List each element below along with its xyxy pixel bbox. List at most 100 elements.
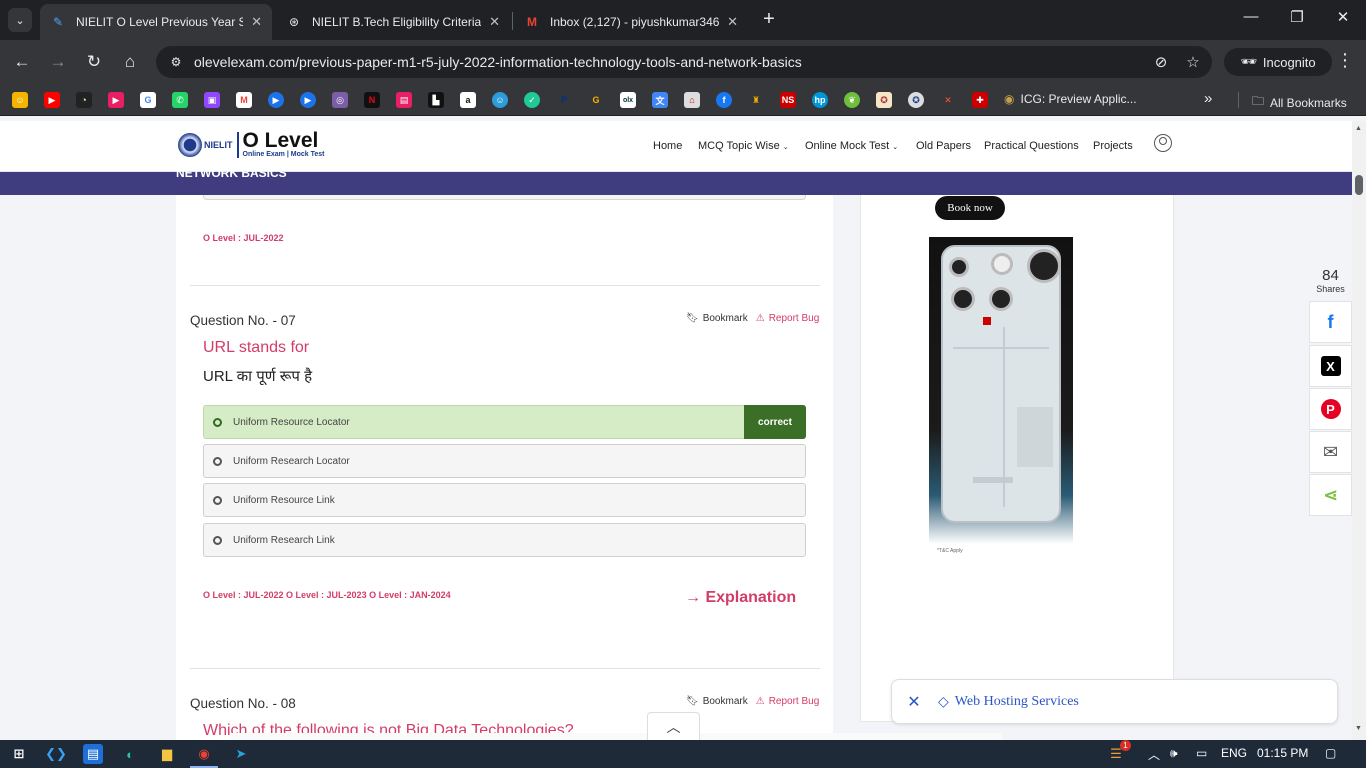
seal-icon[interactable]: ✪ <box>908 92 924 108</box>
reload-icon[interactable]: ↻ <box>82 50 106 74</box>
scrollbar-thumb[interactable] <box>1355 175 1363 195</box>
email-share-button[interactable]: ✉ <box>1309 431 1352 473</box>
all-bookmarks[interactable]: 🗀 All Bookmarks <box>1252 92 1347 113</box>
web-hosting-banner[interactable]: ✕ ◇ Web Hosting Services <box>891 679 1338 724</box>
google-icon[interactable]: G <box>140 92 156 108</box>
vscode-icon[interactable]: ❮❯ <box>45 744 67 764</box>
facebook-icon[interactable]: f <box>716 92 732 108</box>
nav-mcq-topic-wise[interactable]: MCQ Topic Wise ⌄ <box>698 140 789 152</box>
share-button[interactable]: ⋖ <box>1309 474 1352 516</box>
x-app-icon[interactable]: ✕ <box>940 92 956 108</box>
report-bug-button[interactable]: Report Bug <box>769 313 820 324</box>
site-info-icon[interactable]: ⚙ <box>166 55 186 69</box>
option-b[interactable]: Uniform Research Locator <box>203 444 806 478</box>
url-text[interactable]: olevelexam.com/previous-paper-m1-r5-july… <box>194 54 1148 70</box>
close-icon[interactable]: ✕ <box>251 14 262 30</box>
eye-off-icon[interactable]: ⊘ <box>1148 53 1174 71</box>
tab-search-button[interactable]: ⌄ <box>8 8 32 32</box>
network-icon[interactable]: ▭ <box>1196 746 1207 760</box>
g-icon[interactable]: G <box>588 92 604 108</box>
app-icon[interactable]: ◎ <box>332 92 348 108</box>
clock[interactable]: 01:15 PM <box>1257 746 1308 760</box>
netflix-icon[interactable]: N <box>364 92 380 108</box>
bank-icon[interactable]: ⌂ <box>684 92 700 108</box>
tab-olevel[interactable]: ✎ NIELIT O Level Previous Year So ✕ <box>40 4 272 40</box>
bookmark-icon[interactable]: 🔖︎ <box>686 696 699 707</box>
close-icon[interactable]: ✕ <box>727 14 738 30</box>
document-app-icon[interactable]: ▤ <box>83 744 103 764</box>
exam-tags[interactable]: O Level : JUL-2022 O Level : JUL-2023 O … <box>203 590 451 600</box>
action-center-icon[interactable]: ▢ <box>1325 746 1336 760</box>
twitch-icon[interactable]: ▣ <box>204 92 220 108</box>
music-icon[interactable]: ▶ <box>108 92 124 108</box>
bookmark-icon[interactable]: ☺ <box>12 92 28 108</box>
x-share-button[interactable]: X <box>1309 345 1352 387</box>
forward-icon[interactable]: → <box>46 50 70 74</box>
nav-old-papers[interactable]: Old Papers <box>916 140 971 152</box>
explanation-link[interactable]: → Explanation <box>685 589 796 607</box>
bookmark-button[interactable]: Bookmark <box>703 696 748 707</box>
incognito-indicator[interactable]: 🕶 Incognito <box>1224 48 1332 76</box>
new-tab-button[interactable]: + <box>758 8 780 31</box>
back-icon[interactable]: ← <box>10 50 34 74</box>
nav-home[interactable]: Home <box>653 140 682 152</box>
windows-start-icon[interactable]: ⊞ <box>9 744 29 764</box>
restore-icon[interactable]: ❐ <box>1282 8 1312 26</box>
seal-icon[interactable]: ✪ <box>876 92 892 108</box>
calendar-icon[interactable]: ▤ <box>396 92 412 108</box>
exam-tags[interactable]: O Level : JUL-2022 <box>203 233 284 243</box>
volume-icon[interactable]: 🕪 <box>1170 746 1178 761</box>
option-a[interactable]: Uniform Resource Locator correct <box>203 405 806 439</box>
scroll-up-arrow-icon[interactable]: ▲ <box>1355 125 1362 132</box>
page-scrollbar[interactable]: ▲ ▼ <box>1352 121 1366 740</box>
translate-icon[interactable]: 文 <box>652 92 668 108</box>
telegram-icon[interactable]: ➤ <box>231 744 251 764</box>
minimize-icon[interactable]: — <box>1236 8 1266 25</box>
paypal-icon[interactable]: P <box>556 92 572 108</box>
user-icon[interactable] <box>1154 134 1172 152</box>
bookmark-icon[interactable]: 🔖︎ <box>686 313 699 324</box>
ns-icon[interactable]: NS <box>780 92 796 108</box>
more-bookmarks-icon[interactable]: » <box>1204 90 1212 107</box>
scroll-down-arrow-icon[interactable]: ▼ <box>1355 725 1362 732</box>
play-icon[interactable]: ▶ <box>268 92 284 108</box>
home-icon[interactable]: ⌂ <box>118 50 142 74</box>
close-icon[interactable]: ✕ <box>489 14 500 30</box>
close-icon[interactable]: ✕ <box>904 692 924 712</box>
option-d[interactable]: Uniform Research Link <box>203 523 806 557</box>
box-icon[interactable]: ▙ <box>428 92 444 108</box>
pinterest-share-button[interactable]: P <box>1309 388 1352 430</box>
tab-inbox[interactable]: M Inbox (2,127) - piyushkumar346 ✕ <box>514 4 748 40</box>
tab-btech[interactable]: ⊛ NIELIT B.Tech Eligibility Criteria ✕ <box>276 4 510 40</box>
emblem-icon[interactable]: ♜ <box>748 92 764 108</box>
edge-icon[interactable]: ◐ <box>120 744 140 764</box>
facebook-share-button[interactable]: f <box>1309 301 1352 343</box>
bookmark-button[interactable]: Bookmark <box>703 313 748 324</box>
play-icon[interactable]: ▶ <box>300 92 316 108</box>
hp-icon[interactable]: hp <box>812 92 828 108</box>
site-logo[interactable]: NIELIT O Level Online Exam | Mock Test <box>178 130 324 158</box>
chevron-up-icon[interactable]: ︿ <box>1148 746 1160 763</box>
speed-icon[interactable]: ◔ <box>76 92 92 108</box>
option-c[interactable]: Uniform Resource Link <box>203 483 806 517</box>
nav-online-mock-test[interactable]: Online Mock Test ⌄ <box>805 140 898 152</box>
cross-icon[interactable]: ✚ <box>972 92 988 108</box>
phone-ad-image[interactable]: *T&C Apply <box>929 237 1073 560</box>
address-bar[interactable]: ⚙ olevelexam.com/previous-paper-m1-r5-ju… <box>156 46 1212 78</box>
file-explorer-icon[interactable]: ▆ <box>157 744 177 764</box>
whatsapp-icon[interactable]: ✆ <box>172 92 188 108</box>
check-icon[interactable]: ✓ <box>524 92 540 108</box>
gmail-icon[interactable]: M <box>236 92 252 108</box>
window-close-icon[interactable]: ✕ <box>1328 8 1358 26</box>
nav-practical-questions[interactable]: Practical Questions <box>984 140 1079 152</box>
option[interactable] <box>203 195 806 200</box>
amazon-icon[interactable]: a <box>460 92 476 108</box>
book-now-button[interactable]: Book now <box>935 196 1005 220</box>
scroll-top-button[interactable]: ︿ <box>647 712 700 740</box>
report-bug-button[interactable]: Report Bug <box>769 696 820 707</box>
bookmark-icg[interactable]: ◉ ICG: Preview Applic... <box>1004 92 1137 106</box>
nav-projects[interactable]: Projects <box>1093 140 1133 152</box>
chrome-icon[interactable]: ◉ <box>194 744 214 764</box>
app-icon[interactable]: ☺ <box>492 92 508 108</box>
youtube-icon[interactable]: ▶ <box>44 92 60 108</box>
